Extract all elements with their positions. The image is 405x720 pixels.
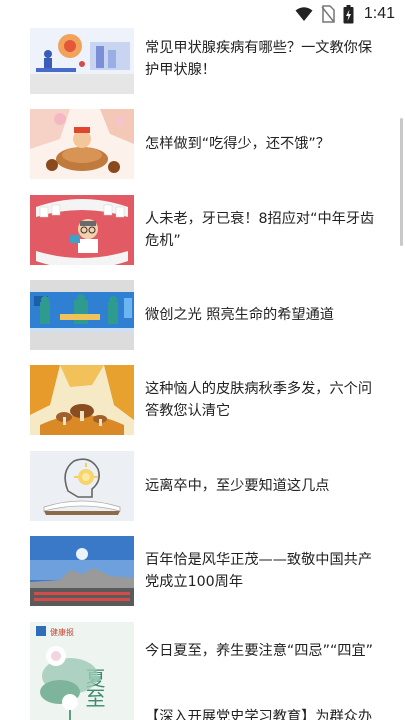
article-title[interactable]: 这种恼人的皮肤病秋季多发，六个问答教您认清它 [145, 365, 380, 435]
article-title[interactable]: 怎样做到“吃得少，还不饿”？ [145, 109, 380, 179]
wifi-icon [295, 6, 313, 22]
article-thumbnail [30, 365, 134, 435]
article-thumbnail [30, 536, 134, 606]
list-item[interactable]: 人未老，牙已衰！8招应对“中年牙齿危机” [30, 195, 380, 265]
article-thumbnail [30, 195, 134, 265]
article-title[interactable]: 远离卒中，至少要知道这几点 [145, 451, 380, 521]
list-item[interactable]: 远离卒中，至少要知道这几点 [30, 451, 380, 521]
article-thumbnail [30, 451, 134, 521]
article-title[interactable]: 常见甲状腺疾病有哪些？一文教你保护甲状腺！ [145, 24, 380, 94]
article-thumbnail [30, 280, 134, 350]
list-item[interactable]: 怎样做到“吃得少，还不饿”？ [30, 109, 380, 179]
no-sim-icon [321, 5, 335, 23]
article-title[interactable]: 今日夏至，养生要注意“四忌”“四宜” [145, 622, 380, 680]
article-title[interactable]: 人未老，牙已衰！8招应对“中年牙齿危机” [145, 195, 380, 265]
article-list: 常见甲状腺疾病有哪些？一文教你保护甲状腺！ 怎样做到“吃得少，还不饿”？ 人未老… [0, 0, 405, 720]
article-title[interactable]: 微创之光 照亮生命的希望通道 [145, 280, 380, 350]
article-thumbnail [30, 24, 134, 94]
article-thumbnail [30, 109, 134, 179]
article-title[interactable]: 百年恰是风华正茂——致敬中国共产党成立100周年 [145, 536, 380, 606]
article-title[interactable]: 【深入开展党史学习教育】为群众办 [145, 706, 380, 720]
list-item[interactable]: 常见甲状腺疾病有哪些？一文教你保护甲状腺！ [30, 24, 380, 94]
list-item[interactable]: 这种恼人的皮肤病秋季多发，六个问答教您认清它 [30, 365, 380, 435]
list-item[interactable]: 【深入开展党史学习教育】为群众办 [30, 700, 380, 720]
scrollbar[interactable] [400, 118, 403, 246]
list-item[interactable]: 百年恰是风华正茂——致敬中国共产党成立100周年 [30, 536, 380, 606]
battery-icon [343, 4, 354, 24]
poster-brand: 健康报 [50, 627, 74, 637]
list-item[interactable]: 微创之光 照亮生命的希望通道 [30, 280, 380, 350]
status-bar: 1:41 [0, 0, 405, 28]
status-time: 1:41 [363, 5, 395, 22]
